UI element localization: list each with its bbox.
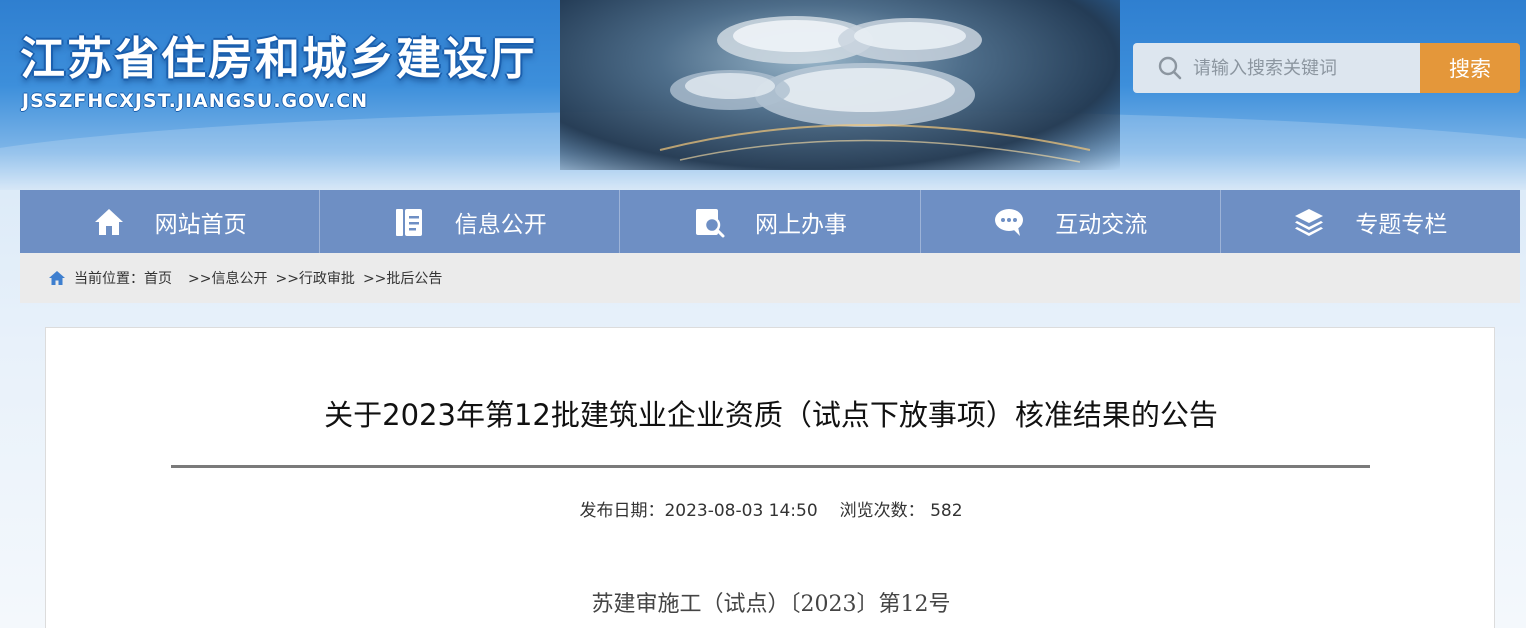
nav-item-special-topics[interactable]: 专题专栏 (1221, 190, 1520, 253)
nav-item-home[interactable]: 网站首页 (20, 190, 321, 253)
site-domain: JSSZFHCXJST.JIANGSU.GOV.CN (22, 90, 369, 112)
search-field[interactable] (1133, 43, 1420, 93)
view-count-label: 浏览次数： (839, 501, 925, 521)
article-meta: 发布日期：2023-08-03 14:50 浏览次数： 582 (46, 496, 1496, 521)
document-icon (395, 208, 422, 236)
building-illustration (659, 16, 1091, 163)
view-count: 582 (930, 501, 963, 521)
layers-icon (1295, 208, 1324, 236)
search-icon (1158, 56, 1182, 80)
main-nav: 网站首页 信息公开 网上办事 互动交流 专题专栏 (20, 190, 1520, 253)
publish-date-label: 发布日期： (579, 501, 665, 521)
nav-item-label: 专题专栏 (1355, 211, 1448, 238)
breadcrumb-prefix: 当前位置： (74, 271, 144, 287)
publish-date: 2023-08-03 14:50 (664, 501, 818, 521)
breadcrumb-home-icon (49, 271, 65, 285)
nav-item-interaction[interactable]: 互动交流 (921, 190, 1221, 253)
nav-item-label: 网上办事 (755, 211, 847, 238)
article-panel: 关于2023年第12批建筑业企业资质（试点下放事项）核准结果的公告 发布日期：2… (45, 327, 1495, 628)
search-document-icon (696, 208, 725, 237)
search-bar: 搜索 (1133, 43, 1520, 93)
search-button[interactable]: 搜索 (1420, 43, 1520, 93)
nav-item-label: 互动交流 (1055, 211, 1148, 238)
nav-item-label: 网站首页 (154, 211, 247, 238)
site-title[interactable]: 江苏省住房和城乡建设厅 (20, 22, 537, 87)
breadcrumb-administrative-approval[interactable]: >>行政审批 (275, 268, 354, 288)
nav-item-label: 信息公开 (454, 211, 547, 238)
breadcrumb-home[interactable]: 首页 (144, 268, 172, 288)
title-divider (171, 465, 1370, 468)
home-icon (94, 208, 123, 235)
breadcrumb-post-approval-notice[interactable]: >>批后公告 (363, 268, 442, 288)
nav-item-online-service[interactable]: 网上办事 (620, 190, 921, 253)
search-input[interactable] (1193, 57, 1403, 79)
nav-item-info-disclosure[interactable]: 信息公开 (320, 190, 621, 253)
breadcrumb: 当前位置： 首页 >>信息公开 >>行政审批 >>批后公告 (20, 253, 1520, 303)
document-number: 苏建审施工（试点）〔2023〕第12号 (591, 592, 951, 617)
article-title: 关于2023年第12批建筑业企业资质（试点下放事项）核准结果的公告 (324, 398, 1218, 432)
header-banner: 江苏省住房和城乡建设厅 JSSZFHCXJST.JIANGSU.GOV.CN 搜… (0, 0, 1526, 190)
chat-icon (995, 208, 1024, 236)
breadcrumb-info-disclosure[interactable]: >>信息公开 (188, 268, 267, 288)
